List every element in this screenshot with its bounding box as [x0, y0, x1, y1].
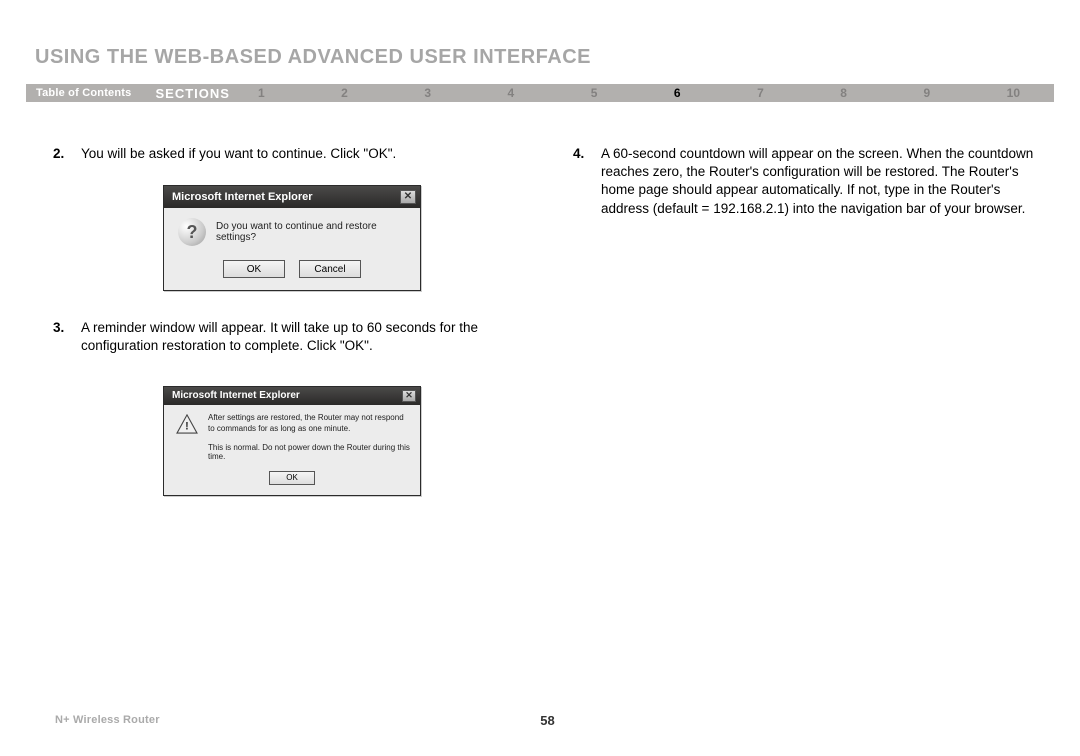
step-text: You will be asked if you want to continu… [81, 145, 543, 163]
right-column: 4. A 60-second countdown will appear on … [573, 145, 1040, 496]
left-column: 2. You will be asked if you want to cont… [53, 145, 543, 496]
dialog-title: Microsoft Internet Explorer [172, 390, 300, 401]
nav-section-4[interactable]: 4 [504, 86, 519, 100]
nav-section-2[interactable]: 2 [337, 86, 352, 100]
footer-page-number: 58 [540, 713, 554, 728]
dialog-body: ! After settings are restored, the Route… [164, 405, 420, 495]
dialog-reminder: Microsoft Internet Explorer ✕ ! After se… [163, 386, 421, 496]
step-number: 3. [53, 319, 71, 355]
step-2: 2. You will be asked if you want to cont… [53, 145, 543, 163]
content-area: 2. You will be asked if you want to cont… [53, 145, 1040, 496]
nav-section-10[interactable]: 10 [1003, 86, 1024, 100]
section-navbar: Table of Contents SECTIONS 1 2 3 4 5 6 7 8 9 10 [26, 84, 1054, 102]
svg-text:!: ! [185, 420, 189, 432]
dialog-titlebar: Microsoft Internet Explorer ✕ [164, 387, 420, 405]
nav-section-7[interactable]: 7 [753, 86, 768, 100]
nav-section-5[interactable]: 5 [587, 86, 602, 100]
ok-button[interactable]: OK [223, 260, 285, 278]
nav-section-numbers: 1 2 3 4 5 6 7 8 9 10 [254, 86, 1054, 100]
step-text: A 60-second countdown will appear on the… [601, 145, 1040, 218]
dialog-message-line1: After settings are restored, the Router … [208, 413, 410, 435]
nav-section-8[interactable]: 8 [836, 86, 851, 100]
step-number: 4. [573, 145, 591, 218]
close-icon[interactable]: ✕ [400, 190, 416, 204]
step-4: 4. A 60-second countdown will appear on … [573, 145, 1040, 218]
step-number: 2. [53, 145, 71, 163]
dialog-message-line2: This is normal. Do not power down the Ro… [174, 443, 410, 461]
question-icon: ? [178, 218, 206, 246]
close-icon[interactable]: ✕ [402, 390, 416, 402]
footer-product-name: N+ Wireless Router [55, 714, 160, 726]
page-title: USING THE WEB-BASED ADVANCED USER INTERF… [35, 46, 591, 69]
nav-sections-label: SECTIONS [141, 86, 253, 101]
nav-section-1[interactable]: 1 [254, 86, 269, 100]
warning-icon: ! [176, 413, 198, 435]
cancel-button[interactable]: Cancel [299, 260, 361, 278]
step-text: A reminder window will appear. It will t… [81, 319, 543, 355]
dialog-body: ? Do you want to continue and restore se… [164, 208, 420, 290]
nav-section-6[interactable]: 6 [670, 86, 685, 100]
nav-toc-link[interactable]: Table of Contents [26, 87, 141, 99]
dialog-confirm-restore: Microsoft Internet Explorer ✕ ? Do you w… [163, 185, 421, 291]
step-3: 3. A reminder window will appear. It wil… [53, 319, 543, 355]
nav-section-9[interactable]: 9 [919, 86, 934, 100]
dialog-message: Do you want to continue and restore sett… [216, 221, 410, 243]
nav-section-3[interactable]: 3 [420, 86, 435, 100]
dialog-titlebar: Microsoft Internet Explorer ✕ [164, 186, 420, 208]
page-footer: N+ Wireless Router 58 [55, 714, 1040, 726]
ok-button[interactable]: OK [269, 471, 315, 485]
dialog-title: Microsoft Internet Explorer [172, 191, 313, 203]
